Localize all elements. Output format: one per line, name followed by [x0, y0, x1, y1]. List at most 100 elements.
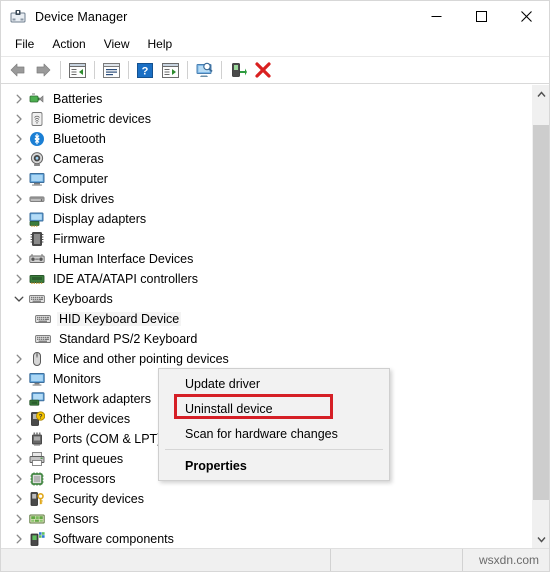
chevron-right-icon[interactable]	[9, 429, 29, 449]
tree-item[interactable]: Disk drives	[1, 189, 530, 209]
tree-item[interactable]: Display adapters	[1, 209, 530, 229]
tree-item[interactable]: Biometric devices	[1, 109, 530, 129]
scan-hardware-changes-button[interactable]	[192, 59, 216, 81]
tree-item-label: Security devices	[53, 492, 145, 506]
chevron-right-icon[interactable]	[9, 169, 29, 189]
enable-device-button[interactable]	[226, 59, 250, 81]
tree-item[interactable]: Mice and other pointing devices	[1, 349, 530, 369]
toolbar-separator	[94, 61, 95, 79]
chevron-right-icon[interactable]	[9, 449, 29, 469]
menu-view[interactable]: View	[95, 34, 139, 55]
camera-icon	[29, 151, 45, 167]
tree-item[interactable]: Computer	[1, 169, 530, 189]
chevron-right-icon[interactable]	[9, 189, 29, 209]
tree-item[interactable]: Software components	[1, 529, 530, 548]
tree-item-label: Standard PS/2 Keyboard	[59, 332, 198, 346]
chevron-down-icon[interactable]	[9, 289, 29, 309]
toolbar-separator	[187, 61, 188, 79]
show-hide-console-tree-button[interactable]	[65, 59, 89, 81]
ctx-scan-hardware-changes[interactable]: Scan for hardware changes	[159, 421, 389, 446]
chevron-right-icon[interactable]	[9, 389, 29, 409]
ctx-properties[interactable]: Properties	[159, 453, 389, 478]
tree-item[interactable]: Keyboards	[1, 289, 530, 309]
chevron-right-icon[interactable]	[9, 229, 29, 249]
tree-item[interactable]: Sensors	[1, 509, 530, 529]
ctx-uninstall-device[interactable]: Uninstall device	[159, 396, 389, 421]
tree-item[interactable]: HID Keyboard Device	[1, 309, 530, 329]
maximize-button[interactable]	[459, 1, 504, 31]
chevron-right-icon[interactable]	[9, 349, 29, 369]
menu-help[interactable]: Help	[139, 34, 182, 55]
chevron-right-icon[interactable]	[9, 109, 29, 129]
chevron-right-icon[interactable]	[9, 409, 29, 429]
tree-item[interactable]: Batteries	[1, 89, 530, 109]
other-device-icon: ?	[29, 411, 46, 427]
chevron-right-icon[interactable]	[9, 209, 29, 229]
chevron-right-icon[interactable]	[9, 269, 29, 289]
security-device-icon	[29, 491, 45, 507]
tree-item-label: IDE ATA/ATAPI controllers	[53, 272, 198, 286]
context-menu-separator	[165, 449, 383, 450]
toolbar-separator	[128, 61, 129, 79]
menu-file[interactable]: File	[6, 34, 43, 55]
chevron-right-icon[interactable]	[9, 369, 29, 389]
tree-item-label: Computer	[53, 172, 108, 186]
printer-icon	[29, 451, 45, 467]
tree-item-label: Keyboards	[53, 292, 113, 306]
ctx-update-driver[interactable]: Update driver	[159, 371, 389, 396]
chevron-right-icon[interactable]	[9, 149, 29, 169]
svg-text:?: ?	[142, 65, 149, 77]
display-adapter-icon	[29, 211, 45, 227]
device-manager-window: Device Manager File Action View Help ? B…	[0, 0, 550, 572]
menu-action[interactable]: Action	[43, 34, 94, 55]
watermark-label: wsxdn.com	[478, 553, 540, 567]
chevron-right-icon[interactable]	[9, 129, 29, 149]
menu-bar: File Action View Help	[1, 32, 549, 56]
status-bar: wsxdn.com	[1, 548, 549, 571]
tree-item[interactable]: Bluetooth	[1, 129, 530, 149]
tree-item-label: Bluetooth	[53, 132, 106, 146]
tree-item-label: Human Interface Devices	[53, 252, 194, 266]
tree-item-label: Biometric devices	[53, 112, 151, 126]
tree-item-label: Disk drives	[53, 192, 115, 206]
chevron-right-icon[interactable]	[9, 529, 29, 548]
tree-item[interactable]: Security devices	[1, 489, 530, 509]
chevron-right-icon[interactable]	[9, 89, 29, 109]
help-button[interactable]: ?	[133, 59, 157, 81]
chevron-right-icon[interactable]	[9, 509, 29, 529]
port-icon	[29, 431, 45, 447]
close-button[interactable]	[504, 1, 549, 31]
context-menu[interactable]: Update driver Uninstall device Scan for …	[158, 368, 390, 481]
title-bar: Device Manager	[1, 1, 549, 32]
minimize-button[interactable]	[414, 1, 459, 31]
tree-item[interactable]: IDE ATA/ATAPI controllers	[1, 269, 530, 289]
properties-button[interactable]	[99, 59, 123, 81]
tree-item[interactable]: Standard PS/2 Keyboard	[1, 329, 530, 349]
tree-item[interactable]: Human Interface Devices	[1, 249, 530, 269]
update-driver-button[interactable]	[158, 59, 182, 81]
keyboard-icon	[35, 311, 51, 327]
chevron-right-icon[interactable]	[9, 249, 29, 269]
tree-item[interactable]: Firmware	[1, 229, 530, 249]
processor-icon	[29, 471, 45, 487]
tree-item-label: Display adapters	[53, 212, 147, 226]
computer-icon	[29, 171, 45, 187]
keyboard-icon	[29, 291, 45, 307]
tree-item-label: HID Keyboard Device	[57, 312, 182, 326]
chevron-right-icon[interactable]	[9, 489, 29, 509]
tree-item-label: Cameras	[53, 152, 104, 166]
tree-item-label: Monitors	[53, 372, 101, 386]
vertical-scrollbar[interactable]	[531, 85, 549, 548]
tree-item-label: Processors	[53, 472, 116, 486]
keyboard-icon	[35, 331, 51, 347]
forward-button[interactable]	[31, 59, 55, 81]
chevron-right-icon[interactable]	[9, 469, 29, 489]
back-button[interactable]	[6, 59, 30, 81]
uninstall-device-button[interactable]	[251, 59, 275, 81]
scrollbar-thumb[interactable]	[533, 125, 549, 500]
status-cell-main	[1, 549, 331, 571]
disk-drive-icon	[29, 191, 45, 207]
scroll-down-icon[interactable]	[532, 530, 549, 548]
scroll-up-icon[interactable]	[532, 85, 549, 103]
tree-item[interactable]: Cameras	[1, 149, 530, 169]
